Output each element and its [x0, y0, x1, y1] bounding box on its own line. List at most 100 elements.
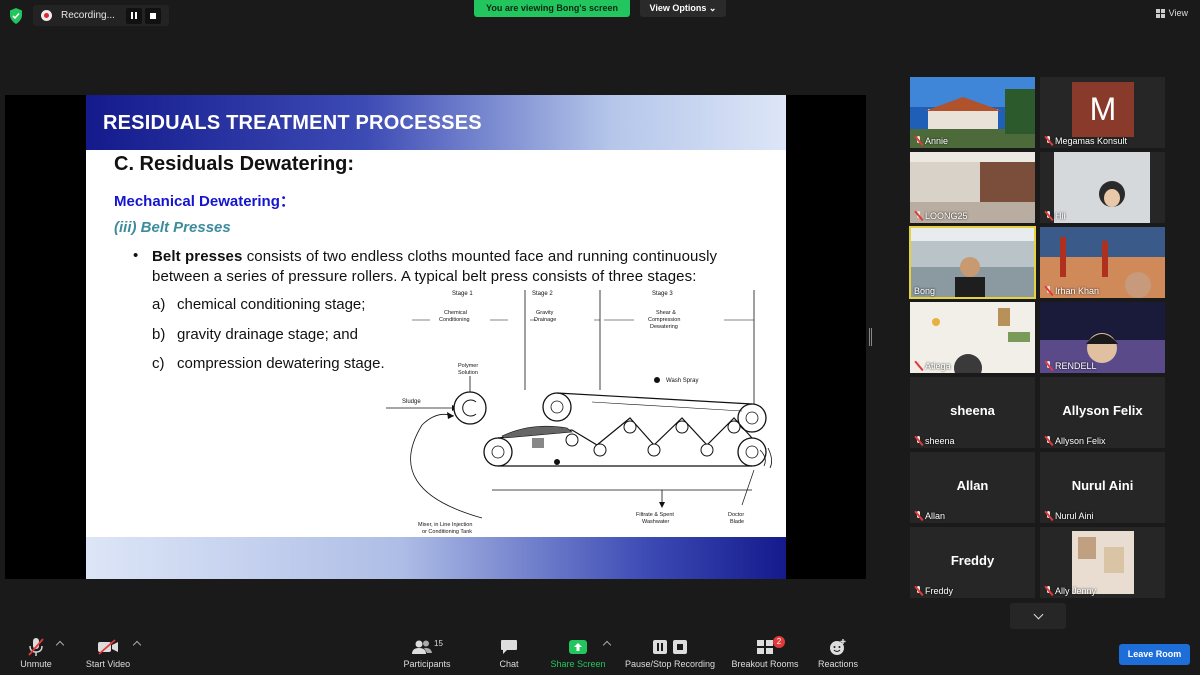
participant-name-text: Allyson Felix [1055, 436, 1106, 446]
mixer-label-1: Mixer, in Line Injection [418, 522, 472, 528]
participant-display-name: Allan [956, 478, 989, 493]
participant-tile-nurul[interactable]: Nurul Aini Nurul Aini [1040, 452, 1165, 523]
reactions-icon [830, 639, 846, 655]
chat-icon [501, 640, 517, 654]
participant-tile-irhan[interactable]: Irhan Khan [1040, 227, 1165, 298]
participant-name-text: RENDELL [1055, 361, 1097, 371]
start-video-button[interactable]: Start Video [80, 637, 136, 669]
share-screen-button[interactable]: Share Screen [548, 637, 608, 669]
leave-room-button[interactable]: Leave Room [1119, 644, 1190, 665]
participant-name-text: Hii [1055, 211, 1066, 221]
participant-name: Hii [1044, 211, 1066, 221]
participant-name-text: Irhan Khan [1055, 286, 1100, 296]
participant-tile-annie[interactable]: Annie [910, 77, 1035, 148]
participant-name: Freddy [914, 586, 953, 596]
breakout-rooms-button[interactable]: 2 Breakout Rooms [729, 636, 801, 669]
participant-tile-atiega[interactable]: Atiega [910, 302, 1035, 373]
list-item-letter: c) [152, 355, 165, 372]
belt-press-diagram: Stage 1 Stage 2 Stage 3 Chemical Conditi… [386, 290, 772, 535]
video-off-icon [98, 639, 118, 655]
shield-icon[interactable] [9, 8, 23, 24]
participant-name-text: Megamas Konsult [1055, 136, 1128, 146]
participant-tile-sheena[interactable]: sheena sheena [910, 377, 1035, 448]
participant-tile-hii[interactable]: Hii [1040, 152, 1165, 223]
stop-recording-button[interactable] [145, 7, 161, 24]
participant-name-text: Annie [925, 136, 949, 146]
participant-name-text: Freddy [925, 586, 954, 596]
mic-off-icon [914, 436, 923, 446]
wash-spray-label: Wash Spray [666, 378, 698, 384]
participants-count: 15 [434, 638, 443, 648]
polymer-label-1: Polymer [458, 363, 478, 369]
view-options-button[interactable]: View Options ⌄ [640, 0, 726, 17]
bullet-paragraph: Belt presses consists of two endless clo… [152, 247, 762, 287]
participant-tile-megamas[interactable]: M Megamas Konsult [1040, 77, 1165, 148]
list-item-text: compression dewatering stage. [177, 355, 385, 372]
mic-off-icon [1044, 286, 1053, 296]
polymer-label-2: Solution [458, 370, 478, 376]
stop-icon [150, 12, 156, 19]
participant-tile-rendell[interactable]: RENDELL [1040, 302, 1165, 373]
participant-name: Bong [914, 286, 935, 296]
pause-stop-recording-button[interactable]: Pause/Stop Recording [622, 637, 718, 669]
stage1-label: Stage 1 [452, 291, 473, 297]
list-item: a) chemical conditioning stage; [152, 296, 365, 313]
mic-off-icon [914, 586, 923, 596]
pause-recording-button[interactable] [126, 7, 142, 24]
participant-tile-loong25[interactable]: LOONG25 [910, 152, 1035, 223]
shared-screen[interactable]: RESIDUALS TREATMENT PROCESSES C. Residua… [5, 95, 866, 579]
participants-button[interactable]: 15 Participants [398, 637, 456, 670]
participant-avatar: M [1072, 82, 1134, 137]
participant-tile-allyson[interactable]: Allyson Felix Allyson Felix [1040, 377, 1165, 448]
participant-display-name: Nurul Aini [1071, 478, 1134, 493]
participant-tile-freddy[interactable]: Freddy Freddy [910, 527, 1035, 598]
participant-name: RENDELL [1044, 361, 1097, 371]
pause-icon [131, 12, 137, 19]
mic-off-icon [914, 136, 923, 146]
sludge-label: Sludge [402, 399, 421, 405]
presentation-slide: RESIDUALS TREATMENT PROCESSES C. Residua… [86, 95, 786, 579]
grid-view-icon [1155, 8, 1165, 18]
stage3-label: Stage 3 [652, 291, 673, 297]
participant-tile-allan[interactable]: Allan Allan [910, 452, 1035, 523]
stage1-desc-1: Chemical [444, 310, 467, 316]
participant-tile-bong[interactable]: Bong [909, 226, 1036, 299]
mic-off-icon [1044, 586, 1053, 596]
participant-name: Allyson Felix [1044, 436, 1106, 446]
participant-tile-ally-jenny[interactable]: Ally Jenny [1040, 527, 1165, 598]
reactions-button[interactable]: Reactions [815, 637, 861, 669]
mixer-label-2: or Conditioning Tank [422, 529, 472, 535]
list-item-letter: a) [152, 296, 166, 313]
participant-name-text: Allan [925, 511, 946, 521]
slide-header-bar: RESIDUALS TREATMENT PROCESSES [86, 95, 786, 150]
breakout-badge: 2 [773, 636, 785, 648]
view-button[interactable]: View [1155, 8, 1188, 18]
viewing-screen-banner: You are viewing Bong's screen [474, 0, 630, 17]
participant-name: Megamas Konsult [1044, 136, 1127, 146]
stage2-label: Stage 2 [532, 291, 553, 297]
stage2-desc-2: Drainage [534, 317, 556, 323]
slide-header-title: RESIDUALS TREATMENT PROCESSES [103, 112, 482, 134]
participant-display-name: sheena [950, 403, 995, 418]
list-item-text: chemical conditioning stage; [177, 296, 366, 313]
mic-off-icon [28, 638, 44, 656]
participant-name: sheena [914, 436, 955, 446]
resize-handle[interactable] [869, 328, 872, 346]
unmute-button[interactable]: Unmute [12, 637, 60, 669]
filtrate-label-2: Washwater [642, 519, 669, 525]
participant-name: Allan [914, 511, 945, 521]
slide-title: C. Residuals Dewatering: [114, 153, 355, 175]
breakout-rooms-icon [757, 640, 773, 654]
stage3-desc-2: Compression [648, 317, 680, 323]
bullet-bold-term: Belt presses [152, 248, 243, 265]
stage1-desc-2: Conditioning [439, 317, 470, 323]
recording-label: Recording... [61, 10, 115, 21]
mic-off-icon [1044, 361, 1053, 371]
unmute-label: Unmute [20, 659, 52, 669]
participant-name: Ally Jenny [1044, 586, 1096, 596]
participant-name-text: Ally Jenny [1055, 586, 1097, 596]
chat-button[interactable]: Chat [489, 637, 529, 669]
scroll-participants-down-button[interactable] [1010, 603, 1066, 629]
list-item: c) compression dewatering stage. [152, 355, 385, 372]
mic-off-icon [1044, 511, 1053, 521]
